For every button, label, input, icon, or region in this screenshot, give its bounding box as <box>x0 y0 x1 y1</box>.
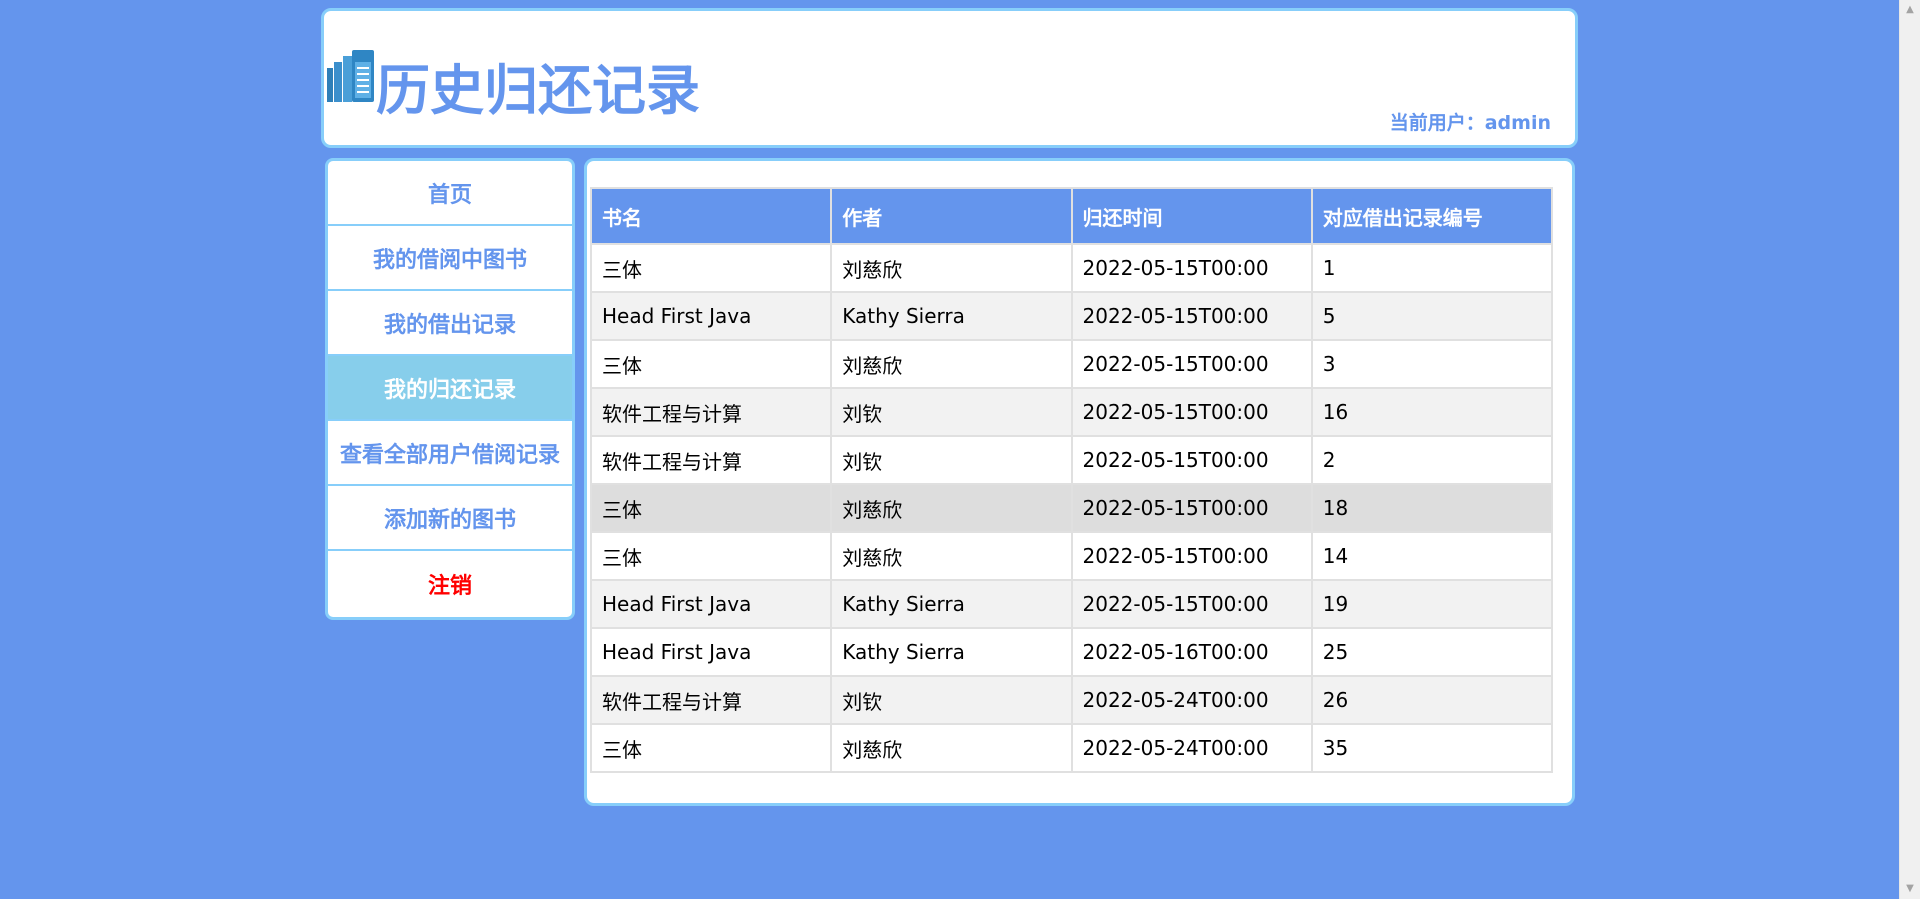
cell-borrow-record-id: 25 <box>1310 627 1554 677</box>
return-records-table: 书名 作者 归还时间 对应借出记录编号 三体 刘慈欣 2022-05-15T00:0… <box>589 187 1554 773</box>
table-row: Head First Java Kathy Sierra 2022-05-15T00… <box>589 579 1554 629</box>
cell-author: 刘慈欣 <box>830 723 1073 773</box>
table-header-row: 书名 作者 归还时间 对应借出记录编号 <box>589 187 1554 245</box>
cell-author: 刘慈欣 <box>830 339 1073 389</box>
cell-borrow-record-id: 26 <box>1310 675 1554 725</box>
cell-return-time: 2022-05-15T00:00 <box>1070 387 1313 437</box>
scroll-up-arrow-icon[interactable]: ▲ <box>1900 0 1920 20</box>
sidebar-item-my-return-records[interactable]: 我的归还记录 <box>328 356 572 421</box>
sidebar-item-home[interactable]: 首页 <box>328 161 572 226</box>
table-row: 三体 刘慈欣 2022-05-15T00:00 1 <box>589 243 1554 293</box>
table-row: 三体 刘慈欣 2022-05-15T00:00 14 <box>589 531 1554 581</box>
table-row: 三体 刘慈欣 2022-05-24T00:00 35 <box>589 723 1554 773</box>
cell-borrow-record-id: 14 <box>1310 531 1554 581</box>
cell-borrow-record-id: 3 <box>1310 339 1554 389</box>
cell-borrow-record-id: 1 <box>1310 243 1554 293</box>
cell-book-title: Head First Java <box>589 579 833 629</box>
cell-author: 刘钦 <box>830 435 1073 485</box>
page-background: 历史归还记录 当前用户：admin 首页 我的借阅中图书 我的借出记录 我的归还… <box>0 0 1899 899</box>
cell-return-time: 2022-05-16T00:00 <box>1070 627 1313 677</box>
main-content: 书名 作者 归还时间 对应借出记录编号 三体 刘慈欣 2022-05-15T00:0… <box>584 158 1575 806</box>
cell-author: 刘钦 <box>830 675 1073 725</box>
cell-book-title: 三体 <box>589 483 833 533</box>
cell-book-title: 三体 <box>589 531 833 581</box>
page-title: 历史归还记录 <box>376 59 700 122</box>
cell-return-time: 2022-05-15T00:00 <box>1070 435 1313 485</box>
cell-borrow-record-id: 19 <box>1310 579 1554 629</box>
cell-author: 刘钦 <box>830 387 1073 437</box>
cell-book-title: 三体 <box>589 723 833 773</box>
cell-return-time: 2022-05-15T00:00 <box>1070 291 1313 341</box>
cell-return-time: 2022-05-24T00:00 <box>1070 723 1313 773</box>
cell-book-title: 三体 <box>589 243 833 293</box>
cell-author: Kathy Sierra <box>830 291 1073 341</box>
logout-button[interactable]: 注销 <box>328 551 572 616</box>
sidebar-nav: 首页 我的借阅中图书 我的借出记录 我的归还记录 查看全部用户借阅记录 添加新的… <box>325 158 575 620</box>
table-body: 三体 刘慈欣 2022-05-15T00:00 1 Head First Java Kat… <box>589 243 1554 773</box>
cell-borrow-record-id: 35 <box>1310 723 1554 773</box>
cell-return-time: 2022-05-24T00:00 <box>1070 675 1313 725</box>
cell-borrow-record-id: 16 <box>1310 387 1554 437</box>
cell-author: Kathy Sierra <box>830 579 1073 629</box>
cell-return-time: 2022-05-15T00:00 <box>1070 243 1313 293</box>
sidebar-item-my-borrow-records[interactable]: 我的借出记录 <box>328 291 572 356</box>
cell-borrow-record-id: 5 <box>1310 291 1554 341</box>
vertical-scrollbar[interactable]: ▲ ▼ <box>1899 0 1920 899</box>
cell-book-title: 三体 <box>589 339 833 389</box>
table-row: 软件工程与计算 刘钦 2022-05-24T00:00 26 <box>589 675 1554 725</box>
sidebar-item-add-book[interactable]: 添加新的图书 <box>328 486 572 551</box>
cell-book-title: 软件工程与计算 <box>589 387 833 437</box>
cell-author: 刘慈欣 <box>830 243 1073 293</box>
table-row: 软件工程与计算 刘钦 2022-05-15T00:00 16 <box>589 387 1554 437</box>
sidebar-item-my-borrowing-books[interactable]: 我的借阅中图书 <box>328 226 572 291</box>
cell-author: Kathy Sierra <box>830 627 1073 677</box>
cell-book-title: Head First Java <box>589 291 833 341</box>
column-header-borrow-record-id: 对应借出记录编号 <box>1310 187 1554 245</box>
table-row: 三体 刘慈欣 2022-05-15T00:00 18 <box>589 483 1554 533</box>
cell-return-time: 2022-05-15T00:00 <box>1070 483 1313 533</box>
cell-return-time: 2022-05-15T00:00 <box>1070 531 1313 581</box>
table-row: Head First Java Kathy Sierra 2022-05-16T00… <box>589 627 1554 677</box>
scroll-down-arrow-icon[interactable]: ▼ <box>1900 879 1920 899</box>
column-header-return-time: 归还时间 <box>1070 187 1313 245</box>
books-logo-icon <box>327 50 374 102</box>
cell-author: 刘慈欣 <box>830 531 1073 581</box>
cell-book-title: 软件工程与计算 <box>589 435 833 485</box>
table-row: 三体 刘慈欣 2022-05-15T00:00 3 <box>589 339 1554 389</box>
cell-book-title: 软件工程与计算 <box>589 675 833 725</box>
table-row: 软件工程与计算 刘钦 2022-05-15T00:00 2 <box>589 435 1554 485</box>
column-header-title: 书名 <box>589 187 833 245</box>
cell-borrow-record-id: 18 <box>1310 483 1554 533</box>
column-header-author: 作者 <box>830 187 1073 245</box>
cell-author: 刘慈欣 <box>830 483 1073 533</box>
sidebar-item-all-user-records[interactable]: 查看全部用户借阅记录 <box>328 421 572 486</box>
cell-return-time: 2022-05-15T00:00 <box>1070 339 1313 389</box>
page-header: 历史归还记录 当前用户：admin <box>321 8 1578 148</box>
current-user-label: 当前用户：admin <box>1389 112 1551 134</box>
cell-borrow-record-id: 2 <box>1310 435 1554 485</box>
cell-return-time: 2022-05-15T00:00 <box>1070 579 1313 629</box>
table-row: Head First Java Kathy Sierra 2022-05-15T00… <box>589 291 1554 341</box>
cell-book-title: Head First Java <box>589 627 833 677</box>
